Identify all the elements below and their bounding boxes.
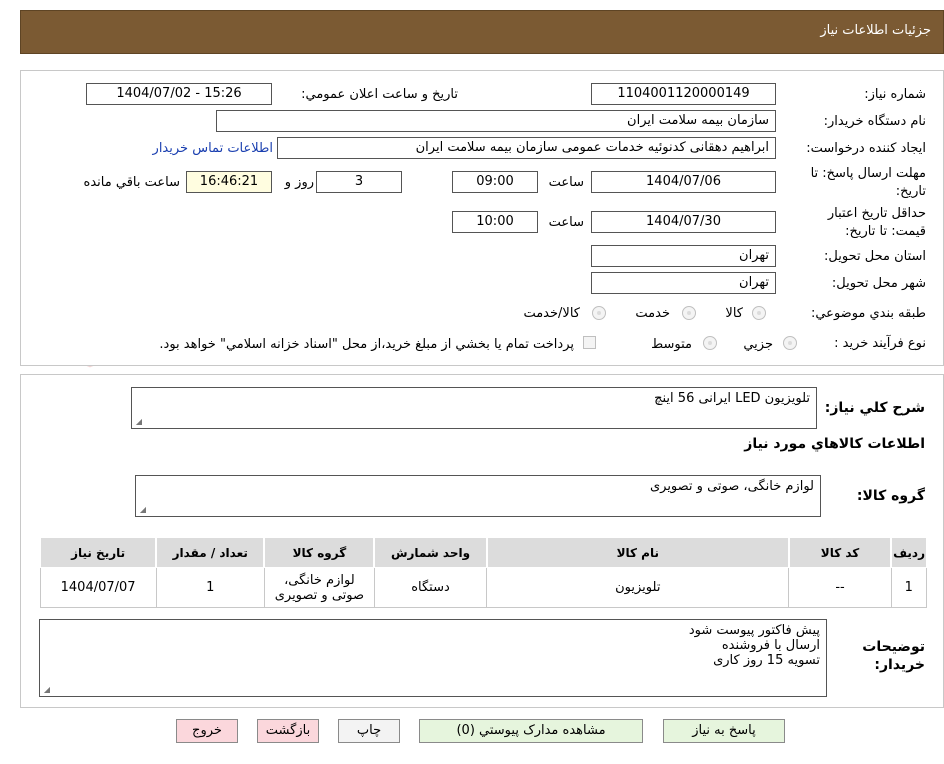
deadline-time-label: ساعت [548, 175, 584, 190]
province-label: استان محل تحويل: [824, 249, 926, 264]
col-header-name: نام کالا [485, 537, 790, 568]
process-minor-label: جزيي [743, 337, 773, 352]
goods-group-text: لوازم خانگی، صوتی و تصویری [649, 479, 814, 494]
col-header-row: رديف [890, 537, 928, 568]
need-number-field: 1104001120000149 [591, 83, 776, 105]
validity-time-label: ساعت [548, 215, 584, 230]
category-both-radio[interactable] [592, 306, 606, 320]
requester-label: ايجاد کننده درخواست: [806, 141, 926, 156]
summary-field: تلویزیون LED ایرانی 56 اینچ ◢ [131, 387, 817, 429]
treasury-payment-note: پرداخت تمام يا بخشي از مبلغ خريد،از محل … [159, 337, 574, 352]
process-label: نوع فرآيند خريد : [834, 336, 926, 351]
deadline-date-field: 1404/07/06 [591, 171, 776, 193]
buyer-notes-field: پیش فاکتور پیوست شود ارسال با فروشنده تس… [39, 619, 827, 697]
validity-label-line2: قيمت: تا تاريخ: [845, 224, 926, 239]
back-button[interactable]: بازگشت [257, 719, 319, 743]
days-field: 3 [316, 171, 402, 193]
cell-unit: دستگاه [373, 567, 488, 608]
buyer-note-line: تسویه 15 روز کاری [713, 653, 820, 668]
goods-table-header-row: رديف کد کالا نام کالا واحد شمارش گروه کا… [38, 537, 928, 568]
goods-table: رديف کد کالا نام کالا واحد شمارش گروه کا… [38, 537, 928, 608]
col-header-code: کد کالا [787, 537, 892, 568]
cell-name: تلویزیون [486, 567, 790, 608]
summary-text: تلویزیون LED ایرانی 56 اینچ [654, 391, 810, 406]
buyer-org-field: سازمان بیمه سلامت ایران [216, 110, 776, 132]
buyer-notes-label-line1: توضيحات [862, 639, 925, 655]
cell-code: -- [788, 567, 892, 608]
announce-label: تاريخ و ساعت اعلان عمومي: [301, 87, 458, 102]
city-label: شهر محل تحويل: [831, 276, 926, 291]
validity-time-field: 10:00 [452, 211, 538, 233]
category-label: طبقه بندي موضوعي: [810, 306, 926, 321]
city-field: تهران [591, 272, 776, 294]
buyer-org-label: نام دستگاه خريدار: [823, 114, 926, 129]
category-goods-radio[interactable] [752, 306, 766, 320]
print-button[interactable]: چاپ [338, 719, 400, 743]
process-minor-radio[interactable] [783, 336, 797, 350]
page-header: جزئيات اطلاعات نياز [20, 10, 944, 54]
goods-group-field: لوازم خانگی، صوتی و تصویری ◢ [135, 475, 821, 517]
cell-row: 1 [890, 567, 928, 608]
announce-datetime-field: 1404/07/02 - 15:26 [86, 83, 272, 105]
validity-date-field: 1404/07/30 [591, 211, 776, 233]
summary-label: شرح کلي نياز: [824, 400, 925, 416]
province-field: تهران [591, 245, 776, 267]
buyer-note-line: پیش فاکتور پیوست شود [688, 623, 820, 638]
cell-date: 1404/07/07 [39, 567, 157, 608]
remaining-time-field: 16:46:21 [186, 171, 272, 193]
need-number-label: شماره نياز: [864, 87, 926, 102]
treasury-payment-checkbox[interactable] [583, 336, 596, 349]
category-both-label: کالا/خدمت [523, 306, 580, 321]
remaining-label: ساعت باقي مانده [83, 175, 180, 190]
validity-label-line1: حداقل تاريخ اعتبار [827, 206, 926, 221]
col-header-quantity: تعداد / مقدار [155, 537, 265, 568]
cell-group: لوازم خانگی، صوتی و تصویری [263, 567, 375, 608]
cell-quantity: 1 [155, 567, 265, 608]
reply-button[interactable]: پاسخ به نياز [663, 719, 785, 743]
requester-field: ابراهیم دهقانی کدنوئیه خدمات عمومی سازما… [277, 137, 776, 159]
deadline-label-line1: مهلت ارسال پاسخ: تا [810, 166, 926, 181]
buyer-note-line: ارسال با فروشنده [721, 638, 820, 653]
deadline-time-field: 09:00 [452, 171, 538, 193]
resize-handle-icon[interactable]: ◢ [42, 686, 50, 694]
need-details-panel: شرح کلي نياز: تلویزیون LED ایرانی 56 این… [20, 374, 944, 708]
buyer-notes-label-line2: خريدار: [874, 657, 925, 673]
table-row: 1 -- تلویزیون دستگاه لوازم خانگی، صوتی و… [39, 567, 928, 608]
deadline-label-line2: تاريخ: [895, 184, 926, 199]
category-goods-label: کالا [725, 306, 743, 321]
view-attachments-button[interactable]: مشاهده مدارک پيوستي (0) [419, 719, 643, 743]
resize-handle-icon[interactable]: ◢ [138, 506, 146, 514]
col-header-unit: واحد شمارش [373, 537, 488, 568]
exit-button[interactable]: خروج [176, 719, 238, 743]
goods-info-title: اطلاعات کالاهاي مورد نياز [744, 436, 925, 452]
process-medium-radio[interactable] [703, 336, 717, 350]
col-header-group: گروه کالا [263, 537, 375, 568]
resize-handle-icon[interactable]: ◢ [134, 418, 142, 426]
col-header-date: تاريخ نياز [38, 537, 157, 568]
days-label: روز و [284, 175, 314, 190]
process-medium-label: متوسط [651, 337, 692, 352]
category-service-label: خدمت [635, 306, 670, 321]
page-title: جزئيات اطلاعات نياز [820, 23, 931, 38]
category-service-radio[interactable] [682, 306, 696, 320]
buyer-contact-link[interactable]: اطلاعات تماس خريدار [153, 141, 273, 156]
goods-group-label: گروه کالا: [856, 488, 925, 504]
